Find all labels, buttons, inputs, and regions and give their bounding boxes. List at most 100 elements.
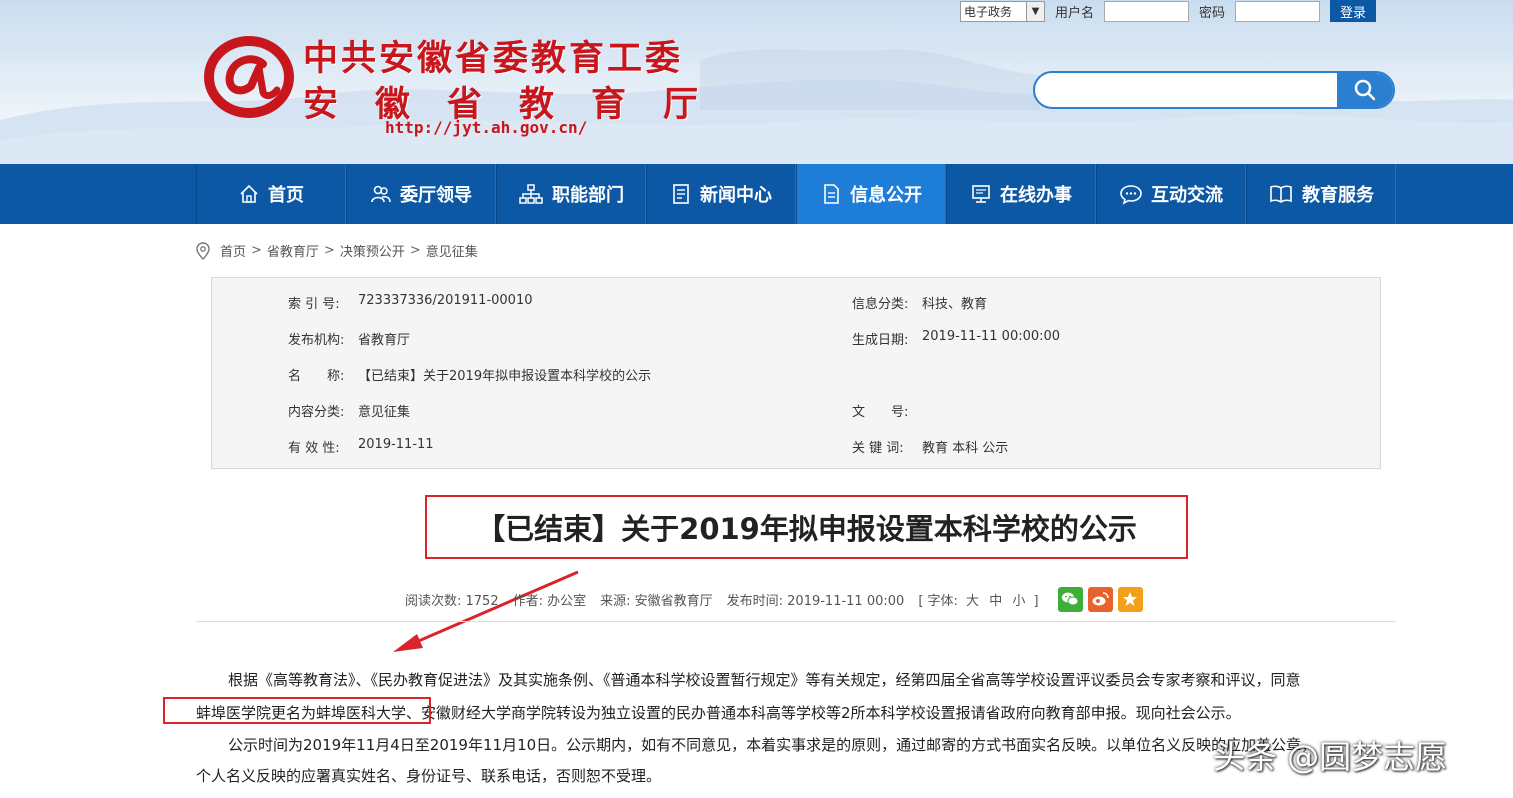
nav-item-label: 信息公开	[850, 185, 922, 206]
info-row-doc-no: 文 号:	[852, 401, 922, 420]
info-row-name: 名 称: 【已结束】关于2019年拟申报设置本科学校的公示	[288, 365, 651, 384]
paragraph-1-line-2-rest: 安徽财经大学商学院转设为独立设置的民办普通本科高等学校等2所本科学校设置报请省政…	[421, 704, 1241, 722]
info-value: 意见征集	[358, 405, 411, 420]
nav-item-online-services[interactable]: 在线办事	[946, 164, 1096, 224]
info-key: 名 称:	[288, 369, 345, 384]
paragraph-2-line-2: 个人名义反映的应署真实姓名、身份证号、联系电话，否则恕不受理。	[196, 767, 662, 785]
search-input[interactable]	[1047, 79, 1327, 101]
username-label: 用户名	[1055, 5, 1095, 21]
main-nav: 首页 委厅领导 职能部门 新闻中心 信息公开 在线办事 互动交流 教育服务	[0, 164, 1513, 224]
font-size-small[interactable]: 小	[1012, 594, 1025, 609]
search-box	[1033, 71, 1395, 109]
site-url[interactable]: http://jyt.ah.gov.cn/	[385, 118, 587, 137]
info-value: 2019-11-11	[358, 437, 434, 452]
info-row-publisher: 发布机构: 省教育厅	[288, 329, 410, 348]
info-key: 关 键 词:	[852, 441, 904, 456]
breadcrumb-separator: >	[323, 243, 335, 258]
site-logo-icon	[204, 36, 294, 118]
site-header: 中共安徽省委教育工委 安徽省教育厅 http://jyt.ah.gov.cn/ …	[0, 0, 1513, 164]
nav-item-label: 互动交流	[1151, 185, 1223, 206]
search-button[interactable]	[1337, 73, 1393, 107]
font-size-large[interactable]: 大	[966, 594, 979, 609]
people-icon	[371, 185, 391, 203]
nav-item-home[interactable]: 首页	[196, 164, 346, 224]
author: 作者: 办公室	[512, 593, 587, 609]
username-input[interactable]	[1104, 0, 1190, 22]
newspaper-icon	[673, 184, 689, 204]
share-favorite-button[interactable]	[1117, 586, 1143, 612]
font-size-control: [ 字体: 大 中 小 ]	[918, 590, 1038, 609]
font-size-suffix: ]	[1033, 593, 1039, 609]
password-input[interactable]	[1235, 0, 1321, 22]
system-select[interactable]: 电子政务 ▼	[960, 0, 1045, 22]
password-label: 密码	[1199, 5, 1226, 21]
info-row-index-no: 索 引 号: 723337336/201911-00010	[288, 293, 533, 312]
font-size-prefix: [ 字体:	[918, 593, 958, 609]
info-key: 文 号:	[852, 405, 909, 420]
info-key: 信息分类:	[852, 297, 909, 312]
read-count: 阅读次数: 1752	[405, 593, 499, 609]
nav-item-departments[interactable]: 职能部门	[496, 164, 646, 224]
info-value: 教育 本科 公示	[922, 441, 1009, 456]
breadcrumb-separator: >	[409, 243, 421, 258]
nav-item-interaction[interactable]: 互动交流	[1096, 164, 1246, 224]
chat-icon	[1120, 185, 1142, 205]
font-size-medium[interactable]: 中	[989, 594, 1002, 609]
nav-item-label: 职能部门	[552, 185, 624, 206]
share-wechat-button[interactable]	[1057, 586, 1083, 612]
computer-icon	[972, 185, 990, 203]
document-icon	[824, 184, 839, 204]
article-meta: 阅读次数: 1752 作者: 办公室 来源: 安徽省教育厅 发布时间: 2019…	[405, 586, 1143, 612]
info-key: 有 效 性:	[288, 441, 340, 456]
publish-time: 发布时间: 2019-11-11 00:00	[726, 593, 905, 609]
nav-item-leaders[interactable]: 委厅领导	[346, 164, 496, 224]
breadcrumb-home[interactable]: 首页	[220, 241, 246, 260]
nav-item-education-services[interactable]: 教育服务	[1246, 164, 1396, 224]
info-row-content-type: 内容分类: 意见征集	[288, 401, 410, 420]
breadcrumb-separator: >	[251, 243, 262, 258]
chevron-down-icon[interactable]: ▼	[1026, 1, 1044, 21]
annotation-highlight-box	[163, 697, 431, 724]
info-value: 【已结束】关于2019年拟申报设置本科学校的公示	[358, 369, 652, 384]
info-key: 发布机构:	[288, 333, 345, 348]
info-row-validity: 有 效 性: 2019-11-11	[288, 437, 434, 456]
info-row-category: 信息分类: 科技、教育	[852, 293, 987, 312]
nav-item-news[interactable]: 新闻中心	[646, 164, 796, 224]
search-icon	[1354, 79, 1376, 101]
source: 来源: 安徽省教育厅	[600, 593, 713, 609]
nav-item-label: 新闻中心	[700, 185, 772, 206]
watermark: 头条 @圆梦志愿	[1213, 738, 1448, 776]
nav-item-label: 在线办事	[1000, 185, 1072, 206]
home-icon	[240, 184, 258, 203]
breadcrumb-education-dept[interactable]: 省教育厅	[267, 241, 319, 260]
nav-item-label: 首页	[268, 185, 304, 206]
info-key: 内容分类:	[288, 405, 345, 420]
article-title: 【已结束】关于2019年拟申报设置本科学校的公示	[425, 495, 1188, 559]
login-button[interactable]: 登录	[1330, 0, 1377, 22]
wechat-icon	[1062, 592, 1079, 606]
divider	[196, 621, 1396, 622]
breadcrumb-opinion-collection[interactable]: 意见征集	[426, 241, 478, 260]
paragraph-1-line-1: 根据《高等教育法》、《民办教育促进法》及其实施条例、《普通本科学校设置暂行规定》…	[228, 671, 1301, 689]
info-value: 723337336/201911-00010	[358, 293, 533, 308]
breadcrumb: 首页 > 省教育厅 > 决策预公开 > 意见征集	[196, 241, 478, 260]
info-row-created: 生成日期: 2019-11-11 00:00:00	[852, 329, 1060, 348]
nav-item-info-disclosure[interactable]: 信息公开	[796, 164, 946, 224]
nav-item-label: 教育服务	[1302, 185, 1374, 206]
login-bar: 电子政务 ▼ 用户名 密码 登录	[960, 0, 1377, 22]
weibo-icon	[1092, 592, 1109, 606]
book-icon	[1270, 185, 1292, 203]
info-key: 生成日期:	[852, 333, 909, 348]
info-key: 索 引 号:	[288, 297, 340, 312]
star-icon	[1123, 592, 1138, 606]
info-value: 2019-11-11 00:00:00	[922, 329, 1061, 344]
location-pin-icon	[196, 241, 210, 260]
site-title-line1: 中共安徽省委教育工委	[303, 39, 684, 79]
system-select-value: 电子政务	[964, 4, 1013, 19]
document-info-table: 索 引 号: 723337336/201911-00010 信息分类: 科技、教…	[211, 277, 1381, 469]
share-weibo-button[interactable]	[1087, 586, 1113, 612]
info-value: 省教育厅	[358, 333, 411, 348]
info-row-keywords: 关 键 词: 教育 本科 公示	[852, 437, 1008, 456]
breadcrumb-decision-preview[interactable]: 决策预公开	[340, 241, 405, 260]
nav-item-label: 委厅领导	[400, 185, 472, 206]
